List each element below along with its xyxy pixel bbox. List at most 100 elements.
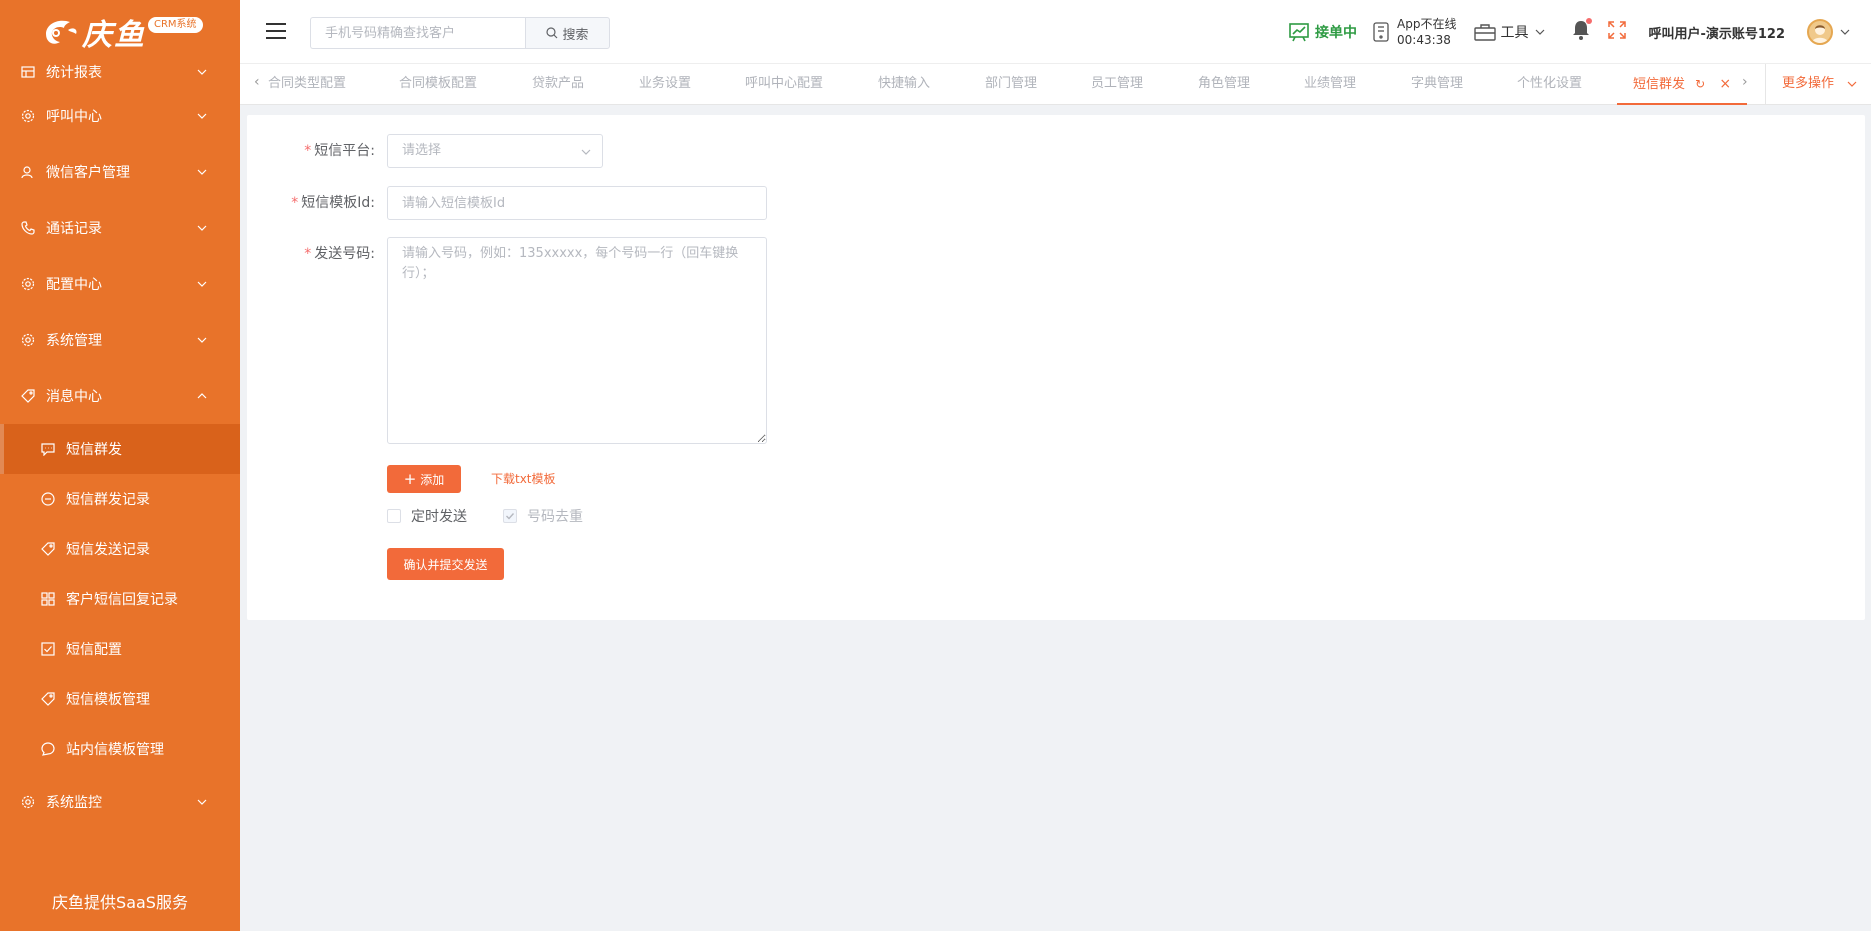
tab-contract-template[interactable]: 合同模板配置 xyxy=(399,64,477,105)
sidebar-subitem-label: 短信群发记录 xyxy=(66,492,150,508)
sidebar-subitem-label: 短信配置 xyxy=(66,642,122,658)
scheduled-send-label[interactable]: 定时发送 xyxy=(411,506,467,526)
chat-icon xyxy=(40,441,56,457)
search-icon xyxy=(546,27,558,39)
tab-loan-products[interactable]: 贷款产品 xyxy=(532,64,584,105)
tab-quick-input[interactable]: 快捷输入 xyxy=(878,64,930,105)
chevron-down-icon xyxy=(581,149,591,155)
phone-numbers-textarea[interactable] xyxy=(387,237,767,444)
footer-brand: 庆鱼提供SaaS服务 xyxy=(52,893,188,912)
sidebar-subitem-sms-config[interactable]: 短信配置 xyxy=(0,624,240,674)
required-mark: * xyxy=(291,195,299,211)
chevron-down-icon xyxy=(197,281,207,287)
chat-circle-icon xyxy=(40,741,56,757)
sidebar-item-stats[interactable]: 统计报表 xyxy=(0,56,240,88)
tab-performance[interactable]: 业绩管理 xyxy=(1304,64,1356,105)
sidebar-item-label: 系统监控 xyxy=(46,795,102,811)
sidebar-item-call-center[interactable]: 呼叫中心 xyxy=(0,88,240,144)
tab-roles[interactable]: 角色管理 xyxy=(1198,64,1250,105)
logo[interactable]: 庆鱼 CRM系统 xyxy=(0,0,240,64)
sidebar-subitem-sms-send-records[interactable]: 短信发送记录 xyxy=(0,524,240,574)
table-icon xyxy=(20,64,36,80)
sidebar-item-call-records[interactable]: 通话记录 xyxy=(0,200,240,256)
platform-label: * 短信平台: xyxy=(304,143,375,159)
more-operations-label: 更多操作 xyxy=(1782,76,1835,91)
user-name[interactable]: 呼叫用户-演示账号122 xyxy=(1648,23,1785,42)
status-label: 接单中 xyxy=(1315,25,1357,41)
search-input[interactable] xyxy=(310,17,525,49)
fullscreen-button[interactable] xyxy=(1608,21,1627,43)
tab-dictionary[interactable]: 字典管理 xyxy=(1411,64,1463,105)
more-operations-dropdown[interactable]: 更多操作 xyxy=(1765,64,1871,105)
chevron-down-icon[interactable] xyxy=(1839,26,1851,38)
customer-search: 搜索 xyxy=(310,17,610,49)
tab-label: 短信群发 xyxy=(1633,77,1686,92)
gear-icon xyxy=(20,794,36,810)
tab-department[interactable]: 部门管理 xyxy=(985,64,1037,105)
numbers-label: * 发送号码: xyxy=(304,246,375,262)
accepting-orders-status[interactable]: 接单中 xyxy=(1289,22,1357,42)
options-row: 定时发送 号码去重 xyxy=(387,506,619,526)
sidebar-subitem-label: 短信发送记录 xyxy=(66,542,150,558)
gear-icon xyxy=(20,332,36,348)
tabs-scroll-right-icon[interactable]: › xyxy=(1742,74,1748,90)
platform-select[interactable]: 请选择 xyxy=(387,134,603,168)
search-button[interactable]: 搜索 xyxy=(525,17,610,49)
hamburger-menu-icon[interactable] xyxy=(266,22,286,40)
platform-row: * 短信平台: 请选择 xyxy=(257,134,603,168)
sidebar-item-monitor[interactable]: 系统监控 xyxy=(0,774,240,830)
header-right: 接单中 App不在线 00:43:38 工具 呼叫用户-演示账号122 xyxy=(1289,0,1871,64)
chevron-down-icon xyxy=(197,69,207,75)
phone-icon xyxy=(20,220,36,236)
minus-circle-icon xyxy=(40,491,56,507)
sidebar-item-label: 通话记录 xyxy=(46,221,102,237)
tools-dropdown[interactable]: 工具 xyxy=(1474,22,1550,42)
sidebar-subitem-inbox-templates[interactable]: 站内信模板管理 xyxy=(0,724,240,774)
add-button-label: 添加 xyxy=(420,472,445,487)
tools-label: 工具 xyxy=(1500,25,1529,41)
grid-icon xyxy=(40,591,56,607)
scheduled-send-checkbox[interactable] xyxy=(387,509,401,523)
chevron-down-icon xyxy=(197,169,207,175)
platform-select-placeholder: 请选择 xyxy=(402,143,442,158)
template-label: * 短信模板Id: xyxy=(291,195,375,211)
tab-sms-broadcast[interactable]: 短信群发 ↻ × xyxy=(1617,64,1748,105)
sidebar-item-label: 微信客户管理 xyxy=(46,165,130,181)
checkbox-icon xyxy=(40,641,56,657)
chevron-down-icon xyxy=(197,225,207,231)
chevron-up-icon xyxy=(197,393,207,399)
add-button[interactable]: + 添加 xyxy=(387,465,461,493)
app-status-text: App不在线 xyxy=(1397,17,1457,31)
sidebar-subitem-sms-templates[interactable]: 短信模板管理 xyxy=(0,674,240,724)
chevron-down-icon xyxy=(1847,81,1857,87)
tab-business-settings[interactable]: 业务设置 xyxy=(639,64,691,105)
logo-text: 庆鱼 xyxy=(82,18,146,53)
tabs-scroll-left-icon[interactable]: ‹ xyxy=(254,74,260,90)
close-icon[interactable]: × xyxy=(1719,64,1731,104)
submit-send-button[interactable]: 确认并提交发送 xyxy=(387,548,504,580)
template-row: * 短信模板Id: xyxy=(257,186,767,220)
template-id-input[interactable] xyxy=(387,186,767,220)
refresh-icon[interactable]: ↻ xyxy=(1695,64,1705,104)
avatar[interactable] xyxy=(1807,19,1833,45)
sidebar-subitem-sms-broadcast[interactable]: 短信群发 xyxy=(0,424,240,474)
sidebar-item-config-center[interactable]: 配置中心 xyxy=(0,256,240,312)
crm-badge: CRM系统 xyxy=(148,17,203,33)
dedupe-checkbox[interactable] xyxy=(503,509,517,523)
sidebar-subitem-sms-broadcast-records[interactable]: 短信群发记录 xyxy=(0,474,240,524)
sidebar-item-message-center[interactable]: 消息中心 xyxy=(0,368,240,424)
tab-call-center-config[interactable]: 呼叫中心配置 xyxy=(745,64,823,105)
chevron-down-icon xyxy=(1536,29,1545,35)
sidebar-subitem-sms-reply-records[interactable]: 客户短信回复记录 xyxy=(0,574,240,624)
sidebar-item-wechat[interactable]: 微信客户管理 xyxy=(0,144,240,200)
download-template-link[interactable]: 下载txt模板 xyxy=(491,470,556,487)
fullscreen-icon xyxy=(1608,21,1627,39)
sidebar-item-system[interactable]: 系统管理 xyxy=(0,312,240,368)
notifications[interactable] xyxy=(1572,18,1593,44)
sidebar-menu: 统计报表 呼叫中心 微信客户管理 通话记录 配置中心 系统管理 消息中心 短信群… xyxy=(0,64,240,830)
numbers-row: * 发送号码: xyxy=(257,237,767,444)
tab-contract-type[interactable]: 合同类型配置 xyxy=(268,64,346,105)
tab-employees[interactable]: 员工管理 xyxy=(1091,64,1143,105)
tab-personalization[interactable]: 个性化设置 xyxy=(1517,64,1582,105)
dedupe-label: 号码去重 xyxy=(527,509,583,525)
